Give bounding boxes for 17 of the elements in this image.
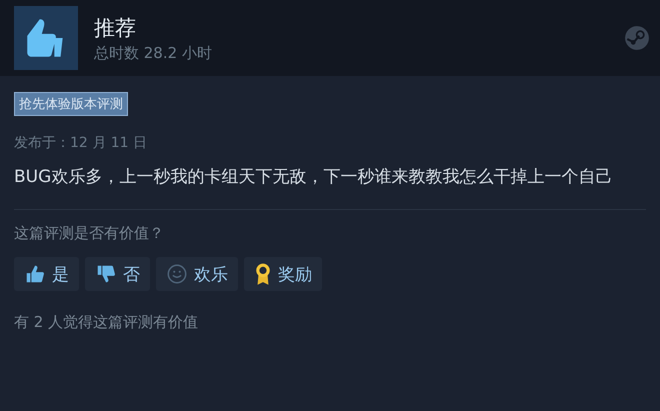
play-hours: 总时数 28.2 小时 <box>94 44 213 62</box>
review-verdict: 推荐 <box>94 14 137 42</box>
helpful-count: 有 2 人觉得这篇评测有价值 <box>14 313 200 332</box>
vote-button[interactable]: 是 <box>14 257 79 291</box>
review-text: BUG欢乐多，上一秒我的卡组天下无敌，下一秒谁来教教我怎么干掉上一个自己 <box>14 166 614 189</box>
helpful-question: 这篇评测是否有价值？ <box>14 224 165 243</box>
vote-button[interactable]: 欢乐 <box>156 257 238 291</box>
vote-button[interactable]: 否 <box>85 257 150 291</box>
vote-button[interactable]: 奖励 <box>244 257 322 291</box>
award-ribbon-icon <box>254 262 272 286</box>
thumbs-down-icon <box>95 263 117 285</box>
steam-logo-icon <box>624 25 650 51</box>
early-access-tag: 抢先体验版本评测 <box>14 92 128 116</box>
post-date: 发布于：12 月 11 日 <box>14 134 148 152</box>
thumbs-up-icon <box>14 6 78 70</box>
thumbs-up-icon <box>24 263 46 285</box>
smiley-icon <box>166 263 188 285</box>
